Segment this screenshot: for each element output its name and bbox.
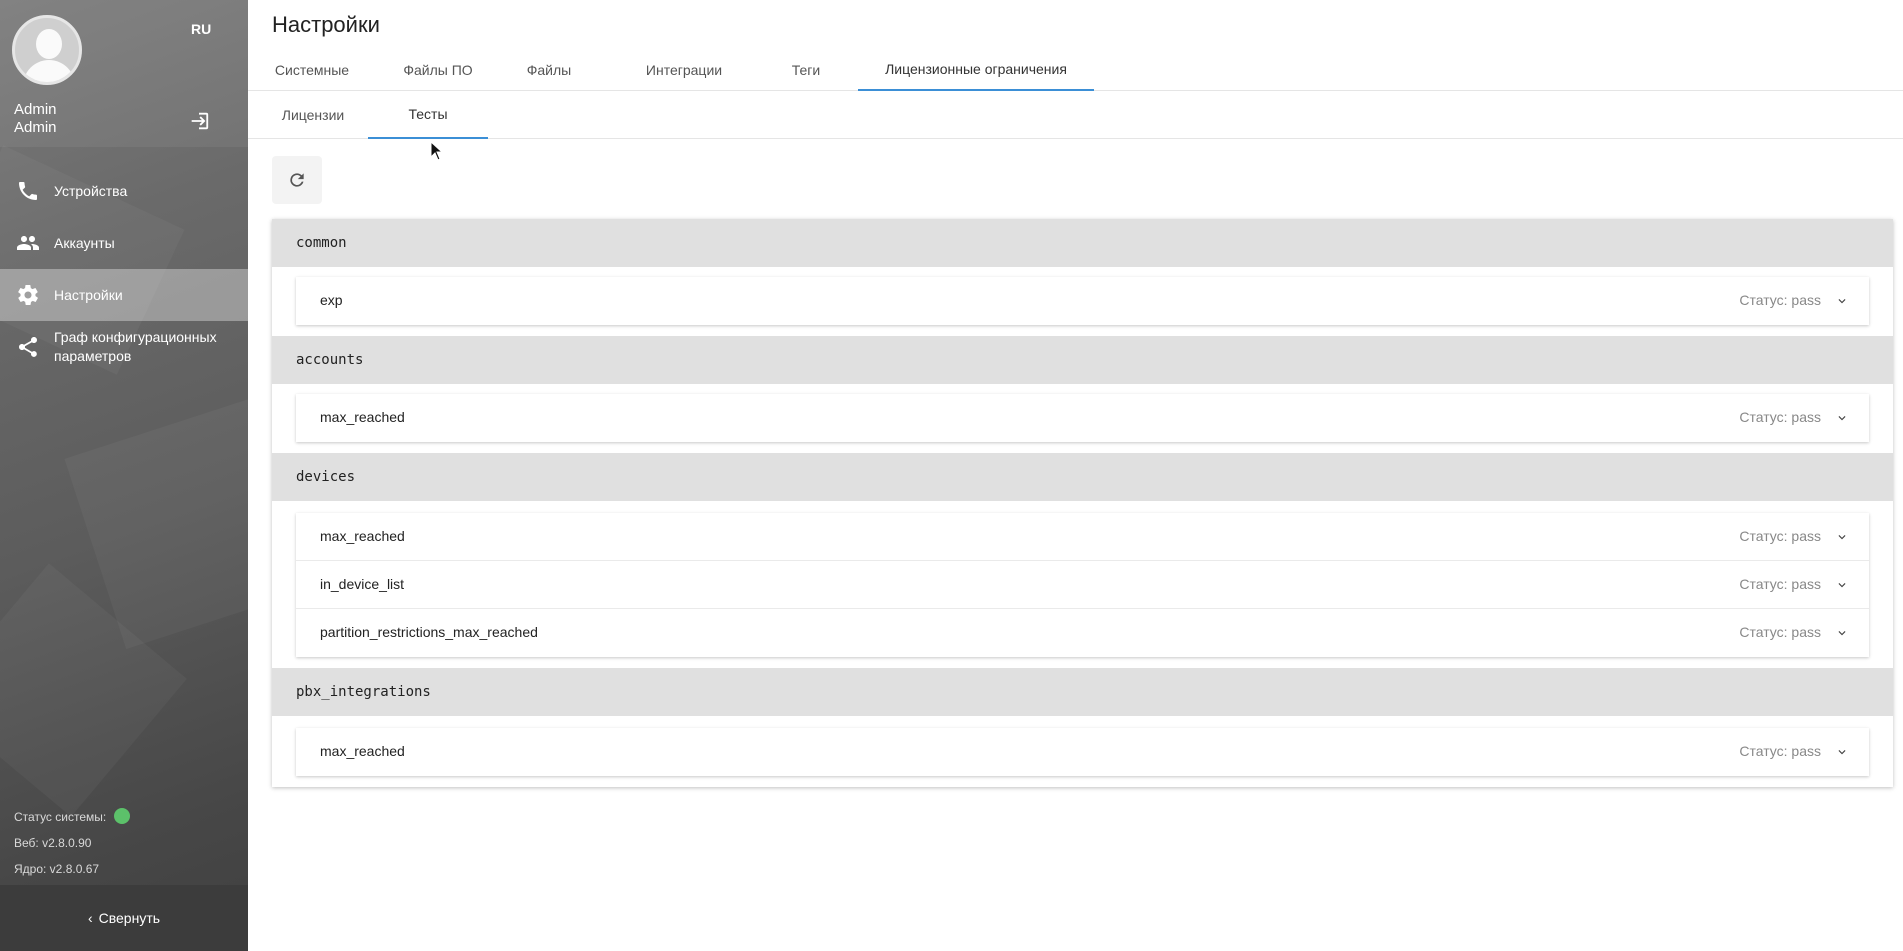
refresh-button[interactable]	[272, 156, 322, 204]
user-last-name: Admin	[14, 119, 57, 136]
test-status: Статус: pass	[1739, 292, 1821, 308]
system-info: Статус системы: Веб: v2.8.0.90 Ядро: v2.…	[14, 804, 130, 882]
test-status: Статус: pass	[1739, 576, 1821, 592]
profile-section: RU Admin Admin	[0, 0, 248, 147]
test-status: Статус: pass	[1739, 409, 1821, 425]
tab-license-restrictions[interactable]: Лицензионные ограничения	[858, 48, 1094, 91]
mouse-cursor-icon	[430, 141, 444, 161]
sidebar-item-label: Аккаунты	[54, 234, 115, 251]
system-status-label: Статус системы:	[14, 810, 107, 824]
test-list: max_reached Статус: pass	[296, 728, 1869, 776]
system-status: Статус системы:	[14, 804, 130, 830]
chevron-down-icon	[1838, 583, 1846, 588]
group-header: pbx_integrations	[272, 668, 1893, 716]
tab-tags[interactable]: Теги	[778, 48, 834, 91]
avatar	[12, 15, 82, 85]
test-row[interactable]: max_reached Статус: pass	[296, 394, 1869, 442]
settings-tabs: Системные Файлы ПО Файлы Интеграции Теги…	[248, 48, 1903, 91]
user-name: Admin Admin	[14, 101, 57, 137]
collapse-label: Свернуть	[98, 910, 161, 926]
tests-panel: common exp Статус: pass accounts max_rea…	[272, 219, 1893, 787]
test-name: max_reached	[320, 743, 405, 759]
tab-licenses[interactable]: Лицензии	[272, 91, 354, 139]
sidebar-item-label: Граф конфигурационных параметров	[54, 329, 217, 364]
tab-tests[interactable]: Тесты	[368, 91, 488, 139]
sidebar-item-config-graph[interactable]: Граф конфигурационных параметров	[0, 321, 248, 373]
sidebar-item-devices[interactable]: Устройства	[0, 165, 248, 217]
sidebar-nav: Устройства Аккаунты Настройки Граф конфи…	[0, 165, 248, 373]
tab-system[interactable]: Системные	[272, 48, 352, 91]
test-row[interactable]: partition_restrictions_max_reached Стату…	[296, 609, 1869, 657]
sidebar-item-accounts[interactable]: Аккаунты	[0, 217, 248, 269]
test-name: partition_restrictions_max_reached	[320, 624, 538, 640]
test-name: exp	[320, 292, 343, 308]
test-list: max_reached Статус: pass	[296, 394, 1869, 442]
page-title: Настройки	[272, 12, 380, 37]
test-row[interactable]: in_device_list Статус: pass	[296, 561, 1869, 609]
test-row[interactable]: exp Статус: pass	[296, 277, 1869, 325]
gear-icon	[18, 285, 38, 305]
group-header: accounts	[272, 336, 1893, 384]
chevron-down-icon	[1838, 535, 1846, 540]
chevron-down-icon	[1838, 299, 1846, 304]
core-version: Ядро: v2.8.0.67	[14, 862, 100, 876]
test-list: max_reached Статус: pass in_device_list …	[296, 513, 1869, 657]
people-icon	[17, 236, 39, 250]
sidebar-item-label: Устройства	[54, 182, 128, 199]
sidebar: RU Admin Admin Устройства Аккаунты Настр…	[0, 0, 248, 951]
chevron-left-icon: ‹	[87, 910, 93, 926]
test-status: Статус: pass	[1739, 743, 1821, 759]
sidebar-item-settings[interactable]: Настройки	[0, 269, 248, 321]
test-name: max_reached	[320, 528, 405, 544]
tab-files[interactable]: Файлы	[524, 48, 574, 91]
user-first-name: Admin	[14, 101, 57, 118]
tab-integrations[interactable]: Интеграции	[628, 48, 740, 91]
web-version: Веб: v2.8.0.90	[14, 836, 92, 850]
group-header: devices	[272, 453, 1893, 501]
test-status: Статус: pass	[1739, 528, 1821, 544]
phone-icon	[19, 182, 37, 200]
test-row[interactable]: max_reached Статус: pass	[296, 513, 1869, 561]
tab-firmware-files[interactable]: Файлы ПО	[396, 48, 480, 91]
test-status: Статус: pass	[1739, 624, 1821, 640]
language-switch[interactable]: RU	[191, 21, 211, 37]
license-subtabs: Лицензии Тесты	[248, 91, 1903, 139]
test-name: max_reached	[320, 409, 405, 425]
sidebar-item-label: Настройки	[54, 286, 123, 303]
status-indicator	[113, 808, 130, 825]
test-row[interactable]: max_reached Статус: pass	[296, 728, 1869, 776]
chevron-down-icon	[1838, 750, 1846, 755]
collapse-button[interactable]: ‹ Свернуть	[0, 885, 248, 951]
logout-icon[interactable]	[188, 110, 210, 132]
main-content: Настройки Системные Файлы ПО Файлы Интег…	[248, 0, 1903, 951]
refresh-icon	[290, 173, 304, 187]
chevron-down-icon	[1838, 416, 1846, 421]
test-name: in_device_list	[320, 576, 405, 592]
group-header: common	[272, 219, 1893, 267]
test-list: exp Статус: pass	[296, 277, 1869, 325]
share-icon	[19, 337, 37, 357]
chevron-down-icon	[1838, 631, 1846, 636]
